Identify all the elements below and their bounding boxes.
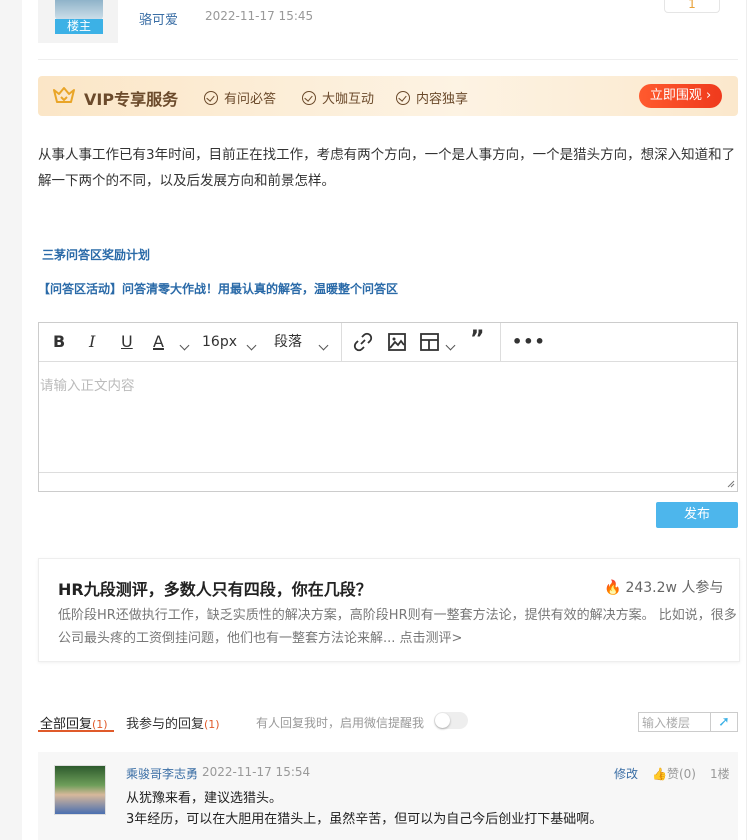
reply-line: 3年经历，可以在大胆用在猎头上，虽然辛苦，但可以为自己今后创业打下基础啊。 [126, 812, 603, 827]
reply-floor-number: 1楼 [710, 767, 730, 781]
reward-plan-link[interactable]: 三茅问答区奖励计划 [42, 246, 150, 263]
floor-jump-button[interactable]: ➚ [710, 712, 738, 732]
tab-my-replies[interactable]: 我参与的回复(1) [126, 713, 220, 732]
vip-feature-answer: 有问必答 [204, 88, 276, 107]
paragraph-select[interactable]: 段落 [274, 332, 302, 352]
link-icon[interactable] [353, 332, 373, 352]
check-icon [396, 90, 410, 105]
bold-icon[interactable]: B [53, 332, 65, 352]
chevron-down-icon [445, 340, 456, 351]
vip-title: VIP专享服务 [84, 90, 179, 109]
font-size-select[interactable]: 16px [202, 332, 237, 352]
thumbs-up-icon: 👍 [652, 767, 667, 781]
font-color-dropdown[interactable] [179, 334, 190, 354]
more-icon[interactable]: ••• [512, 332, 546, 352]
wechat-notice-label: 有人回复我时，启用微信提醒我 [256, 716, 425, 730]
underline-icon[interactable]: U [121, 332, 133, 352]
owner-badge: 楼主 [55, 19, 103, 34]
image-icon[interactable] [387, 332, 407, 352]
participant-count: 🔥 243.2w 人参与 [604, 580, 724, 596]
paragraph-dropdown[interactable] [318, 334, 329, 354]
vip-crown-icon [53, 87, 75, 103]
editor-footer-line [39, 472, 737, 473]
vip-watch-button[interactable]: 立即围观 › [639, 84, 722, 108]
divider [38, 59, 738, 60]
chevron-down-icon [246, 340, 257, 351]
toolbar-divider [500, 323, 501, 361]
active-tab-indicator [38, 730, 114, 732]
editor-body[interactable]: 请输入正文内容 [40, 374, 135, 394]
floor-count-button[interactable]: 1 [664, 0, 720, 13]
font-color-icon[interactable]: A [153, 332, 164, 352]
table-icon[interactable] [420, 333, 439, 351]
italic-icon[interactable]: I [89, 332, 95, 352]
font-size-dropdown[interactable] [246, 334, 257, 354]
toolbar-divider [341, 323, 342, 361]
publish-button[interactable]: 发布 [656, 502, 738, 528]
floor-jump-input[interactable]: 输入楼层 [638, 712, 710, 732]
author-avatar[interactable] [55, 0, 103, 20]
left-gutter [0, 0, 22, 840]
resize-handle-icon[interactable] [727, 480, 735, 488]
vip-feature-exclusive: 内容独享 [396, 88, 468, 107]
avatar[interactable] [54, 765, 106, 815]
reply-author[interactable]: 乘骏哥李志勇 [126, 765, 198, 782]
card-description[interactable]: 低阶段HR还做执行工作，缺乏实质性的解决方案，高阶段HR则有一整套方法论，提供有… [58, 604, 738, 650]
check-icon [204, 90, 218, 105]
quote-icon[interactable]: ” [470, 329, 484, 351]
post-time: 2022-11-17 15:45 [205, 9, 314, 23]
activity-link[interactable]: 【问答区活动】问答清零大作战！用最认真的解答，温暖整个问答区 [38, 280, 398, 297]
jump-arrow-icon: ➚ [718, 714, 730, 730]
table-dropdown[interactable] [445, 334, 456, 354]
vip-feature-interact: 大咖互动 [302, 88, 374, 107]
like-button[interactable]: 👍赞(0) [652, 765, 696, 782]
card-title[interactable]: HR九段测评，多数人只有四段，你在几段？ [58, 576, 372, 600]
chevron-down-icon [179, 340, 190, 351]
wechat-notice-toggle[interactable] [434, 712, 468, 729]
reply-body: 从犹豫来看，建议选猎头。 3年经历，可以在大胆用在猎头上，虽然辛苦，但可以为自己… [126, 788, 602, 830]
edit-button[interactable]: 修改 [614, 765, 638, 782]
question-content: 从事人事工作已有3年时间，目前正在找工作，考虑有两个方向，一个是人事方向，一个是… [38, 147, 736, 189]
fire-icon: 🔥 [604, 580, 622, 596]
check-icon [302, 90, 316, 105]
reply-line: 从犹豫来看，建议选猎头。 [126, 791, 283, 806]
chevron-down-icon [318, 340, 329, 351]
reply-time: 2022-11-17 15:54 [202, 765, 311, 779]
author-name[interactable]: 骆可爱 [139, 9, 178, 28]
